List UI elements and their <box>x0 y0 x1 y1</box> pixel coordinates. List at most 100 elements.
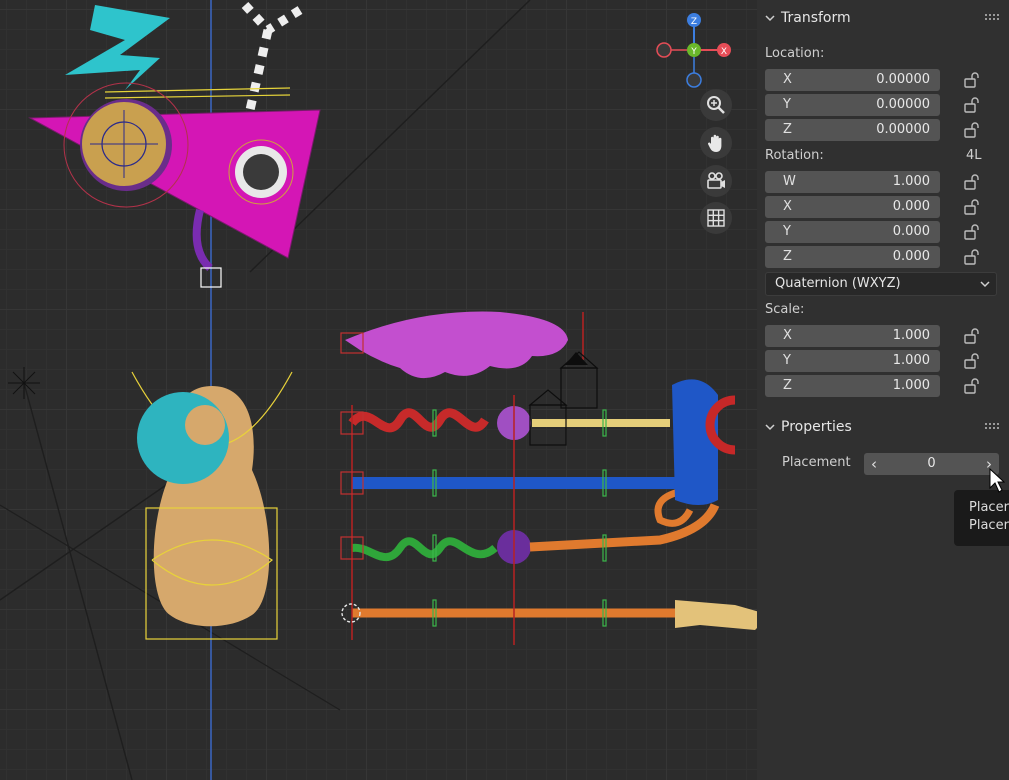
mouse-cursor-icon <box>989 468 1005 493</box>
purple-tail[interactable] <box>192 209 213 271</box>
field-value: 0.000 <box>892 249 930 264</box>
unlock-icon <box>964 72 979 88</box>
yellow-guide <box>104 94 291 99</box>
location-label: Location: <box>765 46 825 61</box>
properties-title: Properties <box>781 419 852 435</box>
location-y-field[interactable]: Y 0.00000 <box>765 94 940 116</box>
axis-label: X <box>783 328 792 343</box>
lock-rotation-w[interactable] <box>963 174 983 190</box>
sidebar-panel: Transform Location: X 0.00000 Y 0.00000 Z 0… <box>757 0 1009 780</box>
axis-label: X <box>783 199 792 214</box>
unlock-icon <box>964 97 979 113</box>
rotation-mode-badge[interactable]: 4L <box>966 148 982 163</box>
unlock-icon <box>964 224 979 240</box>
scene-canvas[interactable]: Z X Y <box>0 0 757 780</box>
helper-line <box>23 382 133 780</box>
rotation-z-field[interactable]: Z 0.000 <box>765 246 940 268</box>
axis-label: Y <box>783 224 791 239</box>
field-value: 1.000 <box>892 353 930 368</box>
axis-label: W <box>783 174 796 189</box>
green-markers <box>432 409 607 627</box>
field-value: 0.00000 <box>876 72 930 87</box>
axis-label: Z <box>783 378 792 393</box>
hand-icon <box>707 134 722 152</box>
camera-button[interactable] <box>700 165 732 197</box>
rotation-mode-select[interactable]: Quaternion (WXYZ) <box>765 272 997 296</box>
red-clamp[interactable] <box>705 395 736 455</box>
placement-value: 0 <box>927 456 936 471</box>
gizmo-y-label: Y <box>690 47 697 57</box>
location-z-field[interactable]: Z 0.00000 <box>765 119 940 141</box>
lock-rotation-z[interactable] <box>963 249 983 265</box>
axis-label: Y <box>783 353 791 368</box>
rotation-x-field[interactable]: X 0.000 <box>765 196 940 218</box>
purple-cloud[interactable] <box>345 311 568 379</box>
ring-hole <box>243 154 279 190</box>
gizmo-z-label: Z <box>691 17 697 27</box>
unlock-icon <box>964 378 979 394</box>
zoom-button[interactable] <box>700 89 732 121</box>
hand-shape[interactable] <box>675 600 757 630</box>
red-wave[interactable] <box>348 408 489 433</box>
scale-y-field[interactable]: Y 1.000 <box>765 350 940 372</box>
scale-label: Scale: <box>765 302 805 317</box>
axis-label: Y <box>783 97 791 112</box>
lock-rotation-y[interactable] <box>963 224 983 240</box>
unlock-icon <box>964 353 979 369</box>
rotation-mode-value: Quaternion (WXYZ) <box>775 276 901 291</box>
unlock-icon <box>964 328 979 344</box>
lock-rotation-x[interactable] <box>963 199 983 215</box>
grid-icon <box>707 209 725 227</box>
yellow-guide <box>104 87 291 93</box>
drag-grip-icon[interactable] <box>985 423 999 431</box>
transform-header[interactable]: Transform <box>757 6 1009 30</box>
tooltip-line-1: Placer <box>969 500 1009 515</box>
field-value: 1.000 <box>892 174 930 189</box>
lock-location-z[interactable] <box>963 122 983 138</box>
field-value: 1.000 <box>892 378 930 393</box>
checkered-bone[interactable] <box>241 1 303 111</box>
lock-location-x[interactable] <box>963 72 983 88</box>
lock-scale-x[interactable] <box>963 328 983 344</box>
field-value: 0.000 <box>892 224 930 239</box>
green-wave[interactable] <box>351 537 498 562</box>
drag-grip-icon[interactable] <box>985 14 999 22</box>
rotation-y-field[interactable]: Y 0.000 <box>765 221 940 243</box>
zoom-icon <box>707 96 725 114</box>
empty-object[interactable] <box>8 367 40 399</box>
unlock-icon <box>964 199 979 215</box>
unlock-icon <box>964 122 979 138</box>
teal-ring-hole <box>185 405 225 445</box>
field-value: 0.000 <box>892 199 930 214</box>
navigation-gizmo[interactable]: Z X Y <box>656 13 731 88</box>
camera-icon <box>707 172 725 189</box>
grid-toggle-button[interactable] <box>700 202 732 234</box>
rotation-w-field[interactable]: W 1.000 <box>765 171 940 193</box>
tooltip: Placer Placer <box>954 490 1009 546</box>
axis-label: Z <box>783 122 792 137</box>
scale-z-field[interactable]: Z 1.000 <box>765 375 940 397</box>
field-value: 0.00000 <box>876 122 930 137</box>
lock-scale-z[interactable] <box>963 378 983 394</box>
placement-stepper[interactable]: ‹ 0 › <box>864 453 999 475</box>
tooltip-line-2: Placer <box>969 518 1009 533</box>
field-value: 0.00000 <box>876 97 930 112</box>
axis-label: X <box>783 72 792 87</box>
properties-header[interactable]: Properties <box>757 415 1009 439</box>
black-cone <box>565 352 588 365</box>
zigzag-shape[interactable] <box>65 5 170 90</box>
pan-button[interactable] <box>700 127 732 159</box>
scale-x-field[interactable]: X 1.000 <box>765 325 940 347</box>
transform-title: Transform <box>781 10 851 26</box>
lock-location-y[interactable] <box>963 97 983 113</box>
lock-scale-y[interactable] <box>963 353 983 369</box>
unlock-icon <box>964 174 979 190</box>
3d-viewport[interactable]: Z X Y <box>0 0 757 780</box>
field-value: 1.000 <box>892 328 930 343</box>
rotation-label: Rotation: <box>765 148 824 163</box>
placement-label: Placement <box>782 455 851 470</box>
wire-cubes[interactable] <box>528 351 599 446</box>
location-x-field[interactable]: X 0.00000 <box>765 69 940 91</box>
gizmo-x-label: X <box>721 47 727 57</box>
axis-label: Z <box>783 249 792 264</box>
